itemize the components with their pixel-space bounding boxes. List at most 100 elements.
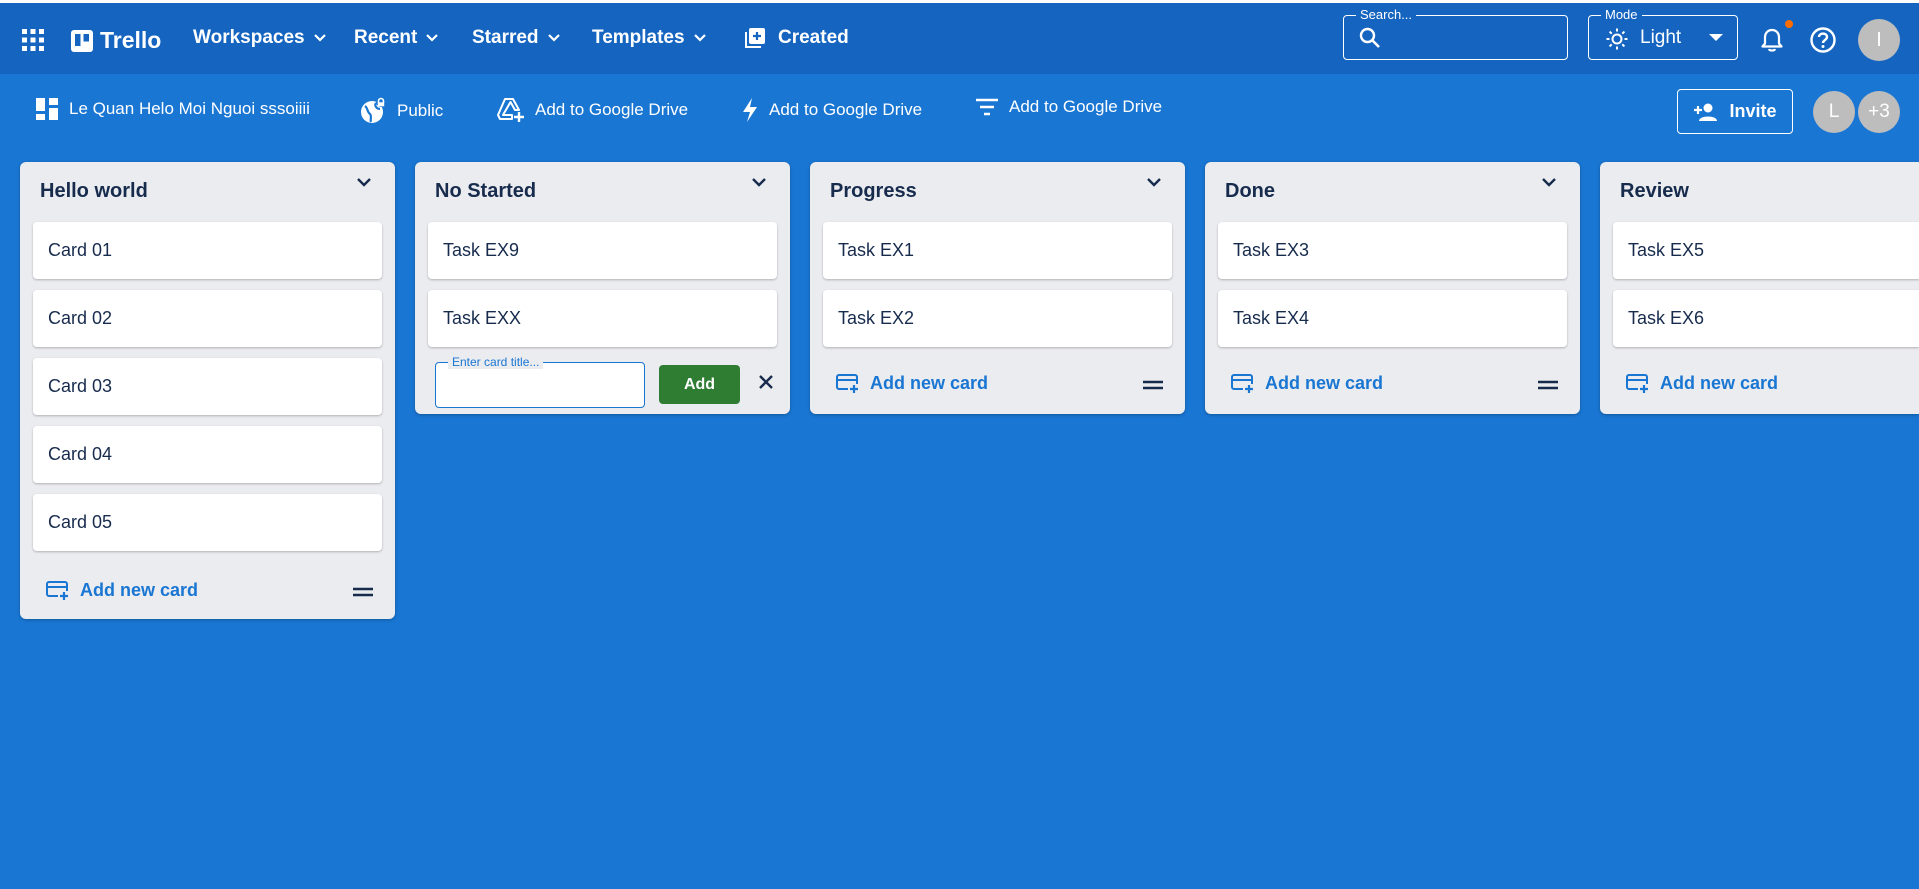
library-add-icon [744, 27, 766, 49]
nav-starred[interactable]: Starred [472, 27, 561, 49]
mode-select[interactable]: Mode Light [1588, 7, 1738, 60]
dropdown-arrow-icon [1709, 34, 1723, 42]
add-card-icon [1626, 372, 1650, 394]
help-icon[interactable] [1809, 26, 1837, 54]
add-new-card-button[interactable]: Add new card [1626, 372, 1778, 394]
add-new-card-label: Add new card [870, 372, 989, 393]
drag-handle-icon[interactable] [1143, 380, 1163, 390]
column-title: Done [1225, 180, 1275, 202]
add-to-drive-chip[interactable]: Add to Google Drive [497, 97, 688, 123]
chevron-down-icon[interactable] [750, 176, 768, 188]
card[interactable]: Task EX5 [1613, 222, 1919, 279]
user-avatar[interactable]: I [1858, 19, 1900, 61]
notification-dot [1785, 20, 1793, 28]
mode-value: Light [1640, 27, 1682, 48]
automation-label: Add to Google Drive [769, 100, 923, 119]
add-to-drive-label: Add to Google Drive [535, 100, 689, 119]
card[interactable]: Task EX9 [428, 222, 777, 279]
card[interactable]: Task EXX [428, 290, 777, 347]
filter-chip[interactable]: Add to Google Drive [975, 97, 1162, 117]
card[interactable]: Task EX1 [823, 222, 1172, 279]
more-members-avatar[interactable]: +3 [1858, 91, 1900, 133]
nav-workspaces[interactable]: Workspaces [193, 27, 327, 49]
logo-text: Trello [100, 27, 162, 53]
list-column: Done Task EX3 Task EX4 Add new card [1205, 162, 1580, 414]
chevron-down-icon[interactable] [1540, 176, 1558, 188]
visibility-label: Public [397, 101, 444, 120]
board-name: Le Quan Helo Moi Nguoi sssoiiii [69, 99, 310, 118]
card-title-input[interactable] [444, 363, 638, 405]
filter-label: Add to Google Drive [1009, 97, 1163, 116]
close-icon[interactable] [758, 374, 774, 390]
add-card-icon [46, 579, 70, 601]
list-column: Hello world Card 01 Card 02 Card 03 Card… [20, 162, 395, 619]
card[interactable]: Task EX6 [1613, 290, 1919, 347]
filter-list-icon [975, 98, 999, 116]
column-title: No Started [435, 180, 537, 202]
chevron-down-icon [693, 33, 707, 43]
card-title-label: Enter card title... [448, 355, 544, 369]
apps-grid-icon[interactable] [22, 29, 44, 51]
add-new-card-button[interactable]: Add new card [836, 372, 988, 394]
drag-handle-icon[interactable] [353, 587, 373, 597]
add-to-drive-icon [497, 97, 525, 123]
card[interactable]: Card 04 [33, 426, 382, 483]
sun-icon [1606, 28, 1628, 50]
automation-chip[interactable]: Add to Google Drive [741, 97, 922, 123]
nav-templates[interactable]: Templates [592, 27, 707, 49]
created-label: Created [778, 27, 849, 48]
list-column: Review Task EX5 Task EX6 Add new card [1600, 162, 1919, 414]
chevron-down-icon [425, 33, 439, 43]
drag-handle-icon[interactable] [1538, 380, 1558, 390]
column-title: Review [1620, 180, 1689, 202]
board-bar: Le Quan Helo Moi Nguoi sssoiiii Public A… [0, 74, 1919, 148]
column-title: Hello world [40, 180, 148, 202]
chevron-down-icon[interactable] [1145, 176, 1163, 188]
add-new-card-button[interactable]: Add new card [1231, 372, 1383, 394]
chevron-down-icon[interactable] [355, 176, 373, 188]
nav-templates-label: Templates [592, 27, 685, 48]
add-card-submit-button[interactable]: Add [659, 365, 740, 404]
trello-logo[interactable]: Trello [71, 27, 161, 54]
top-app-bar: Trello Workspaces Recent Starred Templat… [0, 0, 1919, 74]
dashboard-icon [35, 97, 59, 121]
member-avatar[interactable]: L [1813, 91, 1855, 133]
chevron-down-icon [547, 33, 561, 43]
bolt-icon [741, 97, 759, 123]
invite-button[interactable]: Invite [1677, 89, 1793, 134]
search-icon [1358, 26, 1382, 50]
card[interactable]: Task EX2 [823, 290, 1172, 347]
nav-recent[interactable]: Recent [354, 27, 439, 49]
chevron-down-icon [313, 33, 327, 43]
board-name-chip[interactable]: Le Quan Helo Moi Nguoi sssoiiii [35, 97, 310, 121]
bell-icon[interactable] [1760, 27, 1784, 53]
add-new-card-label: Add new card [80, 579, 199, 600]
card[interactable]: Card 05 [33, 494, 382, 551]
nav-workspaces-label: Workspaces [193, 27, 305, 48]
invite-label: Invite [1729, 101, 1777, 121]
column-title: Progress [830, 180, 917, 202]
nav-recent-label: Recent [354, 27, 418, 48]
card[interactable]: Task EX3 [1218, 222, 1567, 279]
nav-starred-label: Starred [472, 27, 539, 48]
card-title-field: Enter card title... [435, 355, 645, 408]
add-new-card-button[interactable]: Add new card [46, 579, 198, 601]
add-card-icon [1231, 372, 1255, 394]
mode-label: Mode [1601, 7, 1642, 22]
add-card-icon [836, 372, 860, 394]
trello-board-icon [71, 29, 93, 52]
add-new-card-label: Add new card [1265, 372, 1384, 393]
public-globe-icon [359, 97, 387, 125]
list-column: No Started Task EX9 Task EXX Enter card … [415, 162, 790, 414]
card[interactable]: Card 03 [33, 358, 382, 415]
card[interactable]: Card 02 [33, 290, 382, 347]
list-column: Progress Task EX1 Task EX2 Add new card [810, 162, 1185, 414]
person-add-icon [1693, 102, 1719, 122]
visibility-chip[interactable]: Public [359, 97, 443, 125]
card[interactable]: Card 01 [33, 222, 382, 279]
add-new-card-label: Add new card [1660, 372, 1779, 393]
search-input[interactable]: Search... [1343, 7, 1568, 60]
created-button[interactable]: Created [744, 27, 849, 49]
search-label: Search... [1356, 7, 1417, 22]
card[interactable]: Task EX4 [1218, 290, 1567, 347]
